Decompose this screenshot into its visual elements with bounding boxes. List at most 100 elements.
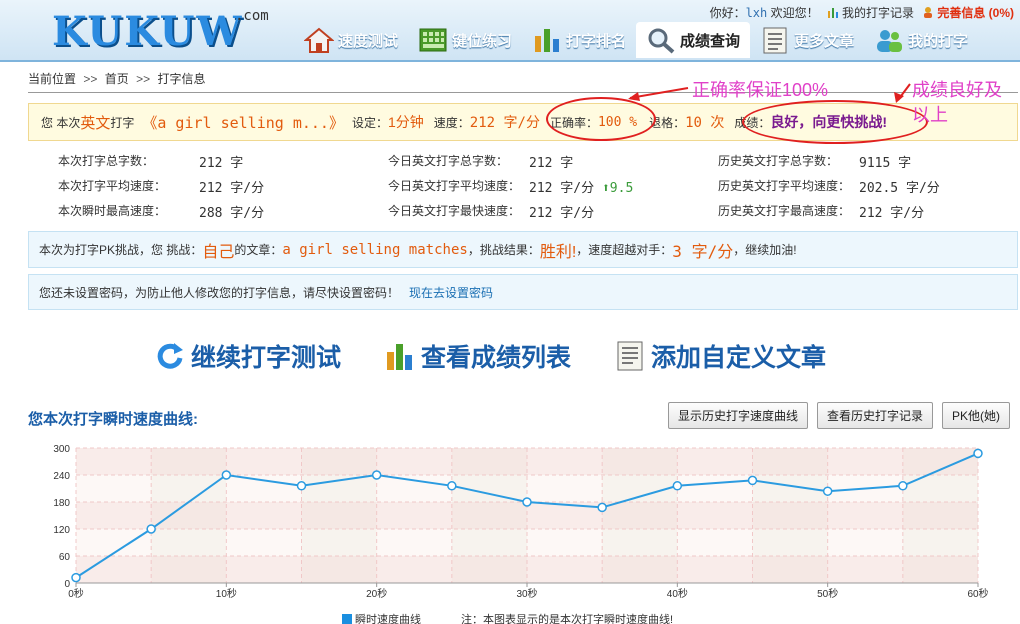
logo-domain-suffix: .com [235, 8, 269, 24]
backspace-value: 10 次 [685, 115, 725, 131]
data-point [973, 448, 983, 459]
chart-legend: 瞬时速度曲线 注：本图表显示的是本次打字瞬时速度曲线! [342, 611, 673, 624]
result-text: 打字 [110, 115, 135, 130]
main-nav: 速度测试 键位练习 打字排名 成绩查询 更多文章 我的打字 [294, 22, 978, 60]
add-custom-article-button[interactable]: 添加自定义文章 [615, 338, 826, 374]
data-point [747, 475, 758, 486]
grade-note-line2: 以上 [912, 105, 948, 125]
stat-session-avg: 本次打字平均速度： 212 字/分 [58, 179, 265, 196]
stat-today-total: 今日英文打字总字数： 212 字 [388, 154, 574, 171]
pk-outcome: 胜利! [539, 243, 577, 261]
result-text: 您 本次 [41, 115, 81, 130]
setting-value: 1分钟 [387, 114, 424, 130]
data-point [672, 481, 683, 491]
pk-text: ，挑战结果： [467, 243, 540, 257]
show-history-curve-button[interactable]: 显示历史打字速度曲线 [667, 402, 808, 429]
y-tick-label: 120 [53, 525, 70, 536]
x-tick-label: 0秒 [68, 587, 84, 600]
site-header: KUKUW .com 你好：lxh 欢迎您！ 我的打字记录 完善信息 (0%) … [0, 0, 1020, 62]
data-point [898, 481, 908, 491]
grade-note-line1: 成绩良好及 [912, 80, 1002, 100]
data-point [371, 470, 382, 480]
breadcrumb-prefix: 当前位置 [28, 72, 77, 86]
data-point [221, 470, 232, 480]
data-point [71, 572, 81, 583]
stat-history-fastest: 历史英文打字最高速度： 212 字/分 [718, 204, 925, 221]
document-icon [617, 341, 643, 371]
data-point [597, 502, 607, 513]
y-tick-label: 180 [53, 498, 70, 509]
breadcrumb-separator: >> [136, 72, 151, 86]
x-tick-label: 40秒 [667, 587, 688, 600]
x-tick-label: 10秒 [216, 587, 237, 600]
x-tick-label: 30秒 [516, 587, 537, 600]
nav-score-query[interactable]: 成绩查询 [636, 22, 751, 58]
house-icon [304, 27, 334, 53]
set-password-link[interactable]: 现在去设置密码 [409, 284, 493, 301]
chart-buttons: 显示历史打字速度曲线 查看历史打字记录 PK他(她) [667, 402, 1010, 429]
breadcrumb-separator: >> [83, 72, 98, 86]
refresh-icon [157, 343, 183, 369]
x-tick-label: 50秒 [817, 587, 838, 600]
username: lxh [745, 6, 768, 20]
pk-opponent: 自己 [202, 243, 235, 261]
nav-speed-test[interactable]: 速度测试 [294, 22, 408, 58]
grade-highlight-ellipse [742, 100, 928, 144]
my-records-link[interactable]: 我的打字记录 [827, 4, 914, 21]
bar-chart-icon [535, 29, 560, 52]
speed-curve-title: 您本次打字瞬时速度曲线: [28, 411, 198, 428]
keyboard-icon [419, 28, 447, 52]
legend-note: 注：本图表显示的是本次打字瞬时速度曲线! [461, 614, 674, 624]
y-tick-label: 240 [53, 471, 70, 482]
nav-more-articles[interactable]: 更多文章 [750, 22, 864, 58]
x-tick-label: 20秒 [366, 587, 387, 600]
up-arrow-icon: ⬆ [601, 181, 610, 196]
data-point [522, 497, 532, 507]
speed-value: 212 字/分 [469, 115, 540, 131]
nav-my-typing[interactable]: 我的打字 [864, 22, 978, 58]
stat-session-total: 本次打字总字数： 212 字 [58, 154, 244, 171]
speed-label: 速度： [433, 115, 470, 130]
users-icon [877, 30, 903, 52]
breadcrumb-current: 打字信息 [157, 72, 206, 86]
site-logo[interactable]: KUKUW [52, 8, 243, 55]
legend-series: 瞬时速度曲线 [342, 611, 421, 624]
legend-swatch [342, 614, 352, 624]
y-tick-label: 300 [53, 444, 70, 455]
complete-info-link[interactable]: 完善信息 (0%) [922, 4, 1014, 21]
result-article-title[interactable]: 《a girl selling m...》 [142, 112, 344, 133]
view-score-list-button[interactable]: 查看成绩列表 [385, 338, 571, 374]
nav-typing-ranking[interactable]: 打字排名 [522, 22, 636, 58]
pk-button[interactable]: PK他(她) [941, 402, 1010, 429]
speed-line-chart: 0601201802403000秒 10秒 20秒 30秒 40秒 50秒 60秒 [53, 444, 988, 600]
view-history-records-button[interactable]: 查看历史打字记录 [816, 402, 933, 429]
action-links: 继续打字测试 查看成绩列表 添加自定义文章 [155, 338, 870, 374]
x-tick-label: 60秒 [967, 587, 988, 600]
bar-chart-icon [387, 344, 413, 370]
stat-today-avg: 今日英文打字平均速度： 212 字/分 ⬆9.5 [388, 179, 634, 196]
continue-typing-test-button[interactable]: 继续打字测试 [155, 338, 341, 374]
nav-key-practice[interactable]: 键位练习 [408, 22, 522, 58]
pk-text: ，继续加油! [733, 243, 797, 257]
bar-chart-icon [827, 8, 838, 18]
pk-article[interactable]: a girl selling matches [282, 242, 467, 258]
document-icon [763, 27, 787, 54]
data-point [447, 481, 457, 491]
user-bar: 你好：lxh 欢迎您！ 我的打字记录 完善信息 (0%) [710, 4, 1014, 21]
result-language: 英文 [80, 114, 111, 132]
stats-grid: 本次打字总字数： 212 字 今日英文打字总字数： 212 字 历史英文打字总字数：… [58, 152, 1018, 227]
data-point [146, 524, 156, 534]
stat-history-total: 历史英文打字总字数： 9115 字 [718, 154, 912, 171]
pk-text: 的文章： [234, 243, 283, 257]
data-point [296, 481, 307, 491]
pk-result-banner: 本次为打字PK挑战，您 挑战： 自己 的文章： a girl selling m… [28, 231, 1018, 268]
magnifier-icon [648, 28, 675, 54]
data-point [822, 486, 833, 496]
y-tick-label: 60 [59, 552, 71, 563]
password-notice-text: 您还未设置密码，为防止他人修改您的打字信息，请尽快设置密码！ [39, 285, 400, 300]
pk-margin: 3 字/分 [672, 241, 734, 261]
breadcrumb-home[interactable]: 首页 [105, 72, 129, 86]
stat-session-peak: 本次瞬时最高速度： 288 字/分 [58, 204, 265, 221]
today-avg-delta: 9.5 [609, 181, 634, 196]
breadcrumb: 当前位置 >> 首页 >> 打字信息 [28, 70, 205, 87]
